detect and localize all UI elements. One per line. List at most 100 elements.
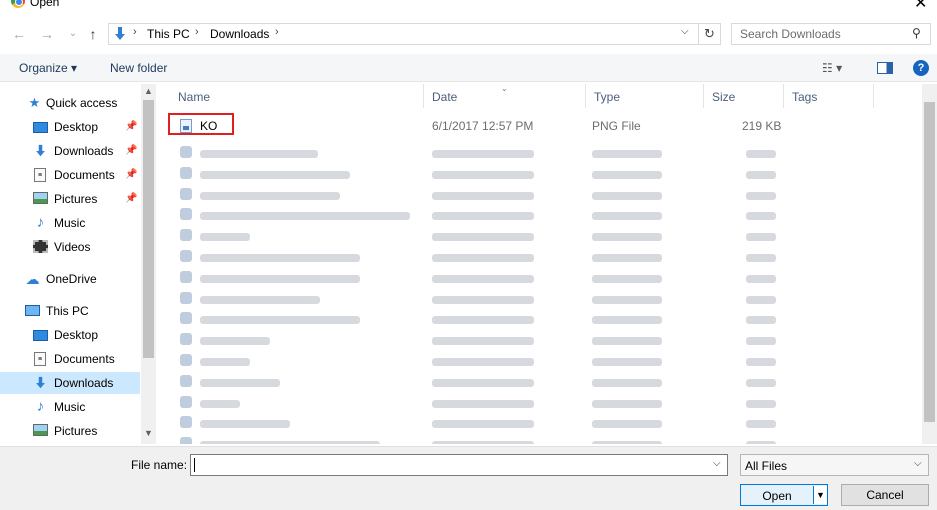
cancel-button[interactable]: Cancel: [841, 484, 929, 506]
document-icon: ≡: [34, 168, 46, 182]
column-header-name[interactable]: Name: [170, 84, 424, 108]
picture-icon: [33, 192, 48, 204]
obscured-text: [200, 420, 290, 429]
obscured-text: [200, 295, 320, 304]
nav-item-label: Documents: [54, 168, 115, 182]
breadcrumb-downloads[interactable]: Downloads: [210, 27, 269, 41]
obscured-text: [592, 420, 662, 429]
obscured-text: [746, 212, 776, 221]
refresh-icon[interactable]: ↻: [699, 23, 721, 45]
nav-item-documents-pinned[interactable]: ≡ Documents 📌: [0, 164, 140, 186]
recent-locations-chevron-icon[interactable]: ⌄: [64, 24, 82, 44]
file-name-dropdown-chevron-icon[interactable]: ⌵: [713, 458, 721, 469]
pin-icon[interactable]: 📌: [125, 121, 137, 132]
nav-item-videos[interactable]: Videos: [0, 236, 140, 258]
address-row: ← → ⌄ ↑ › This PC › Downloads › ⌵ ↻ Sear…: [0, 20, 937, 48]
column-header-type[interactable]: Type: [586, 84, 704, 108]
obscured-text: [432, 254, 534, 262]
music-note-icon: ♪: [36, 398, 45, 415]
nav-item-music[interactable]: ♪ Music: [0, 396, 140, 418]
change-view-icon[interactable]: ☷ ▾: [822, 61, 842, 75]
nav-item-label: Desktop: [54, 120, 99, 134]
computer-icon: [25, 305, 40, 316]
search-input[interactable]: Search Downloads ⚲: [731, 23, 931, 45]
preview-pane-icon[interactable]: [877, 62, 893, 74]
obscured-file-icon: [180, 312, 192, 325]
nav-item-desktop[interactable]: Desktop: [0, 324, 140, 346]
nav-item-label: OneDrive: [46, 272, 97, 286]
pin-icon[interactable]: 📌: [125, 145, 137, 156]
obscured-text: [432, 378, 534, 387]
column-header-tags[interactable]: Tags: [784, 84, 874, 108]
nav-item-quick-access[interactable]: ★ Quick access: [0, 92, 140, 114]
obscured-text: [200, 378, 280, 387]
obscured-text: [746, 191, 776, 200]
back-arrow-icon[interactable]: ←: [10, 24, 28, 44]
nav-item-pictures-pinned[interactable]: Pictures 📌: [0, 188, 140, 210]
forward-arrow-icon[interactable]: →: [38, 24, 56, 44]
obscured-text: [200, 274, 360, 283]
table-row[interactable]: KO 6/1/2017 12:57 PM PNG File 219 KB: [174, 115, 914, 136]
breadcrumb-separator-icon[interactable]: ›: [275, 26, 279, 38]
obscured-text: [592, 441, 662, 444]
pin-icon[interactable]: 📌: [125, 193, 137, 204]
obscured-text: [746, 254, 776, 262]
file-name-input[interactable]: [194, 457, 704, 473]
obscured-text: [200, 441, 380, 444]
nav-item-downloads-pinned[interactable]: Downloads 📌: [0, 140, 140, 162]
filter-dropdown-chevron-icon[interactable]: ⌵: [914, 458, 922, 469]
obscured-text: [592, 254, 662, 262]
obscured-file-icon: [180, 270, 192, 283]
nav-item-desktop-pinned[interactable]: Desktop 📌: [0, 116, 140, 138]
obscured-text: [200, 316, 360, 325]
column-header-date[interactable]: Date: [424, 84, 586, 108]
file-list-scrollbar-thumb[interactable]: [924, 102, 935, 422]
breadcrumb-this-pc[interactable]: This PC: [147, 27, 190, 41]
obscured-text: [746, 399, 776, 408]
nav-scrollbar[interactable]: ▲ ▼: [141, 84, 156, 444]
scroll-down-icon[interactable]: ▼: [144, 428, 153, 438]
pin-icon[interactable]: 📌: [125, 169, 137, 180]
breadcrumb-separator-icon[interactable]: ›: [133, 26, 137, 38]
nav-item-music[interactable]: ♪ Music: [0, 212, 140, 234]
obscured-file-icon: [180, 354, 192, 366]
scroll-up-icon[interactable]: ▲: [144, 86, 153, 96]
column-header-size[interactable]: Size: [704, 84, 784, 108]
up-arrow-icon[interactable]: ↑: [84, 24, 102, 44]
nav-item-documents[interactable]: ≡ Documents: [0, 348, 140, 370]
column-header-label: Name: [178, 90, 211, 104]
obscured-text: [432, 170, 534, 179]
obscured-text: [746, 337, 776, 346]
close-icon[interactable]: ✕: [914, 0, 927, 13]
obscured-text: [746, 295, 776, 304]
obscured-text: [746, 233, 776, 242]
nav-item-label: This PC: [46, 304, 89, 318]
column-header-label: Tags: [792, 90, 818, 104]
open-button[interactable]: Open ▼: [740, 484, 828, 506]
open-options-dropdown-icon[interactable]: ▼: [813, 486, 827, 504]
new-folder-button[interactable]: New folder: [110, 61, 167, 75]
file-name-field[interactable]: ⌵: [190, 454, 728, 476]
help-icon[interactable]: ?: [913, 60, 929, 76]
file-date: 6/1/2017 12:57 PM: [432, 119, 534, 133]
nav-item-pictures[interactable]: Pictures: [0, 420, 140, 442]
obscured-file-icon: [180, 166, 192, 179]
nav-item-onedrive[interactable]: ☁ OneDrive: [0, 268, 140, 290]
obscured-text: [592, 150, 662, 158]
search-icon[interactable]: ⚲: [912, 26, 921, 40]
file-type-filter-select[interactable]: All Files ⌵: [740, 454, 929, 476]
address-dropdown-chevron-icon[interactable]: ⌵: [681, 26, 689, 37]
desktop-icon: [33, 122, 48, 133]
download-arrow-icon: [115, 27, 125, 40]
window-title: Open: [30, 0, 60, 9]
obscured-file-icon: [180, 187, 192, 200]
address-bar[interactable]: › This PC › Downloads › ⌵: [108, 23, 699, 45]
download-arrow-icon: [36, 376, 45, 389]
picture-icon: [33, 424, 48, 436]
nav-item-downloads[interactable]: Downloads: [0, 372, 140, 394]
nav-scrollbar-thumb[interactable]: [143, 100, 154, 358]
breadcrumb-separator-icon[interactable]: ›: [195, 26, 199, 38]
organize-button[interactable]: Organize ▾: [19, 61, 77, 75]
nav-item-this-pc[interactable]: This PC: [0, 300, 140, 322]
file-list-scrollbar[interactable]: [922, 84, 937, 444]
